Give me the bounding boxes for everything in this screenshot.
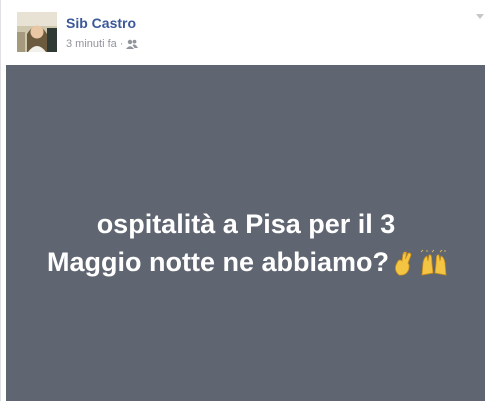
post-header: Sib Castro 3 minuti fa · [1,0,485,64]
post-card: Sib Castro 3 minuti fa · ospitalità a Pi… [0,0,485,401]
avatar[interactable] [17,12,57,52]
timestamp[interactable]: 3 minuti fa [66,38,117,50]
post-text-line-1: ospitalità a Pisa per il 3 [96,209,396,239]
post-meta: 3 minuti fa · [66,38,139,50]
raising-hands-emoji [419,249,447,277]
chevron-down-icon[interactable] [476,14,484,20]
crossed-fingers-emoji [391,249,417,277]
friends-icon[interactable] [126,39,139,49]
post-text-line-2: Maggio notte ne abbiamo? [47,247,389,277]
meta-separator: · [119,38,124,50]
author-name[interactable]: Sib Castro [66,15,136,31]
post-background: ospitalità a Pisa per il 3 Maggio notte … [6,65,485,401]
post-message: ospitalità a Pisa per il 3 Maggio notte … [6,205,485,281]
